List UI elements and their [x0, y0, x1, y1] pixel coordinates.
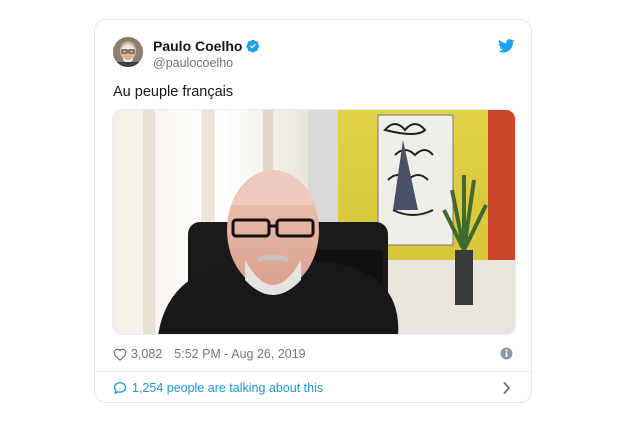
footer-divider — [95, 371, 531, 372]
author-handle[interactable]: @paulocoelho — [153, 56, 233, 70]
info-icon[interactable] — [500, 347, 513, 360]
tweet-meta-row: 3,082 5:52 PM - Aug 26, 2019 — [113, 345, 513, 363]
author-name[interactable]: Paulo Coelho — [153, 38, 242, 54]
video-frame — [113, 110, 515, 334]
like-count[interactable]: 3,082 — [131, 347, 162, 361]
embedded-tweet-card: Paulo Coelho @paulocoelho Au peuple fran… — [94, 19, 532, 403]
chevron-right-icon[interactable] — [502, 381, 511, 395]
tweet-video[interactable] — [112, 109, 516, 335]
heart-icon[interactable] — [113, 348, 127, 361]
tweet-timestamp[interactable]: 5:52 PM - Aug 26, 2019 — [174, 347, 305, 361]
verified-badge-icon — [246, 39, 260, 53]
conversation-link[interactable]: 1,254 people are talking about this — [113, 379, 513, 397]
speech-bubble-icon — [113, 381, 127, 395]
conversation-count[interactable]: 1,254 people are talking about this — [132, 381, 323, 395]
tweet-text: Au peuple français — [113, 84, 234, 100]
author-name-row[interactable]: Paulo Coelho — [153, 38, 260, 54]
twitter-bird-icon[interactable] — [498, 39, 515, 53]
author-avatar[interactable] — [113, 37, 143, 67]
